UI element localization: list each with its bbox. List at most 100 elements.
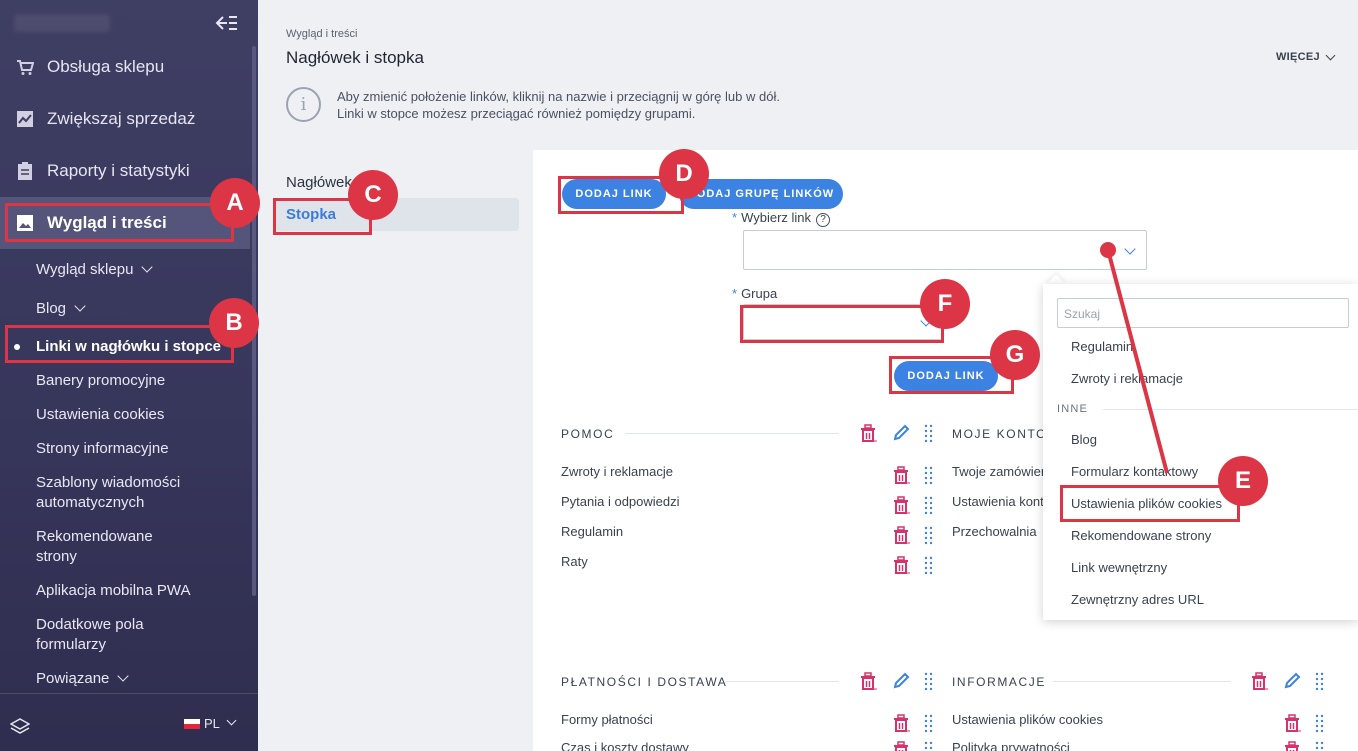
list-item[interactable]: Ustawienia konta	[952, 494, 1051, 509]
delete-link-icon[interactable]	[1283, 741, 1302, 751]
delete-link-icon[interactable]	[892, 556, 911, 575]
sidebar-item-label: Zwiększaj sprzedaż	[47, 109, 196, 128]
link-dropdown: Szukaj Regulamin Zwroty i reklamacje INN…	[1043, 284, 1358, 620]
drag-handle-icon[interactable]	[1314, 714, 1325, 733]
clipboard-icon	[18, 162, 32, 180]
required-mark: *	[732, 286, 738, 301]
group-title: POMOC	[561, 427, 615, 441]
list-item[interactable]: Czas i koszty dostawy	[561, 740, 689, 751]
group-title: INFORMACJE	[952, 675, 1046, 689]
cart-icon	[17, 60, 34, 75]
group-label: * Grupa	[732, 286, 777, 301]
language-select[interactable]: PL	[184, 715, 237, 731]
sidebar-sub-pwa[interactable]: Aplikacja mobilna PWA	[36, 581, 191, 601]
sub-label: Szablony wiadomości	[36, 474, 181, 491]
drag-handle-icon[interactable]	[923, 714, 934, 733]
choose-link-select[interactable]	[743, 230, 1147, 270]
delete-group-icon[interactable]	[859, 424, 878, 443]
annotation-badge-e: E	[1218, 456, 1268, 506]
chevron-down-icon	[117, 670, 130, 682]
highlight-box-e	[1060, 485, 1240, 522]
highlight-box-f	[740, 305, 944, 343]
list-item[interactable]: Ustawienia plików cookies	[952, 712, 1103, 727]
list-item[interactable]: Raty	[561, 554, 588, 569]
required-mark: *	[732, 210, 738, 225]
drag-handle-icon[interactable]	[1314, 672, 1325, 691]
tab-header[interactable]: Nagłówek	[286, 174, 352, 191]
info-text-line2: Linki w stopce możesz przeciągać również…	[337, 106, 696, 121]
annotation-badge-a: A	[210, 178, 260, 228]
label-text: Wybierz link	[741, 210, 812, 225]
drag-handle-icon[interactable]	[923, 741, 934, 751]
sidebar-sub-strony[interactable]: Strony informacyjne	[36, 439, 169, 459]
highlight-box-b	[5, 325, 234, 363]
more-button[interactable]: WIĘCEJ	[1276, 50, 1336, 63]
sidebar-sub-rekomendowane[interactable]: Rekomendowane strony	[36, 527, 153, 567]
dropdown-item[interactable]: Blog	[1071, 432, 1097, 447]
list-item[interactable]: Przechowalnia	[952, 524, 1037, 539]
sub-label: Wygląd sklepu	[36, 261, 134, 278]
delete-link-icon[interactable]	[892, 526, 911, 545]
list-item[interactable]: Pytania i odpowiedzi	[561, 494, 680, 509]
sidebar-sub-wyglad-sklepu[interactable]: Wygląd sklepu	[36, 260, 154, 280]
sub-label: strony	[36, 548, 77, 565]
annotation-badge-f: F	[920, 279, 970, 329]
sidebar-sub-pola[interactable]: Dodatkowe pola formularzy	[36, 615, 144, 655]
list-item[interactable]: Formy płatności	[561, 712, 653, 727]
list-item[interactable]: Zwroty i reklamacje	[561, 464, 673, 479]
layers-icon[interactable]	[10, 718, 30, 736]
annotation-badge-b: B	[209, 298, 259, 348]
sub-label: automatycznych	[36, 494, 145, 511]
delete-link-icon[interactable]	[1283, 714, 1302, 733]
highlight-box-a	[5, 203, 234, 242]
annotation-arrow	[1100, 242, 1169, 474]
edit-group-icon[interactable]	[1283, 672, 1301, 690]
list-item[interactable]: Polityka prywatności	[952, 740, 1070, 751]
sub-label: formularzy	[36, 636, 107, 653]
info-icon: i	[286, 87, 321, 122]
sidebar-item-label: Obsługa sklepu	[47, 57, 165, 76]
delete-link-icon[interactable]	[892, 496, 911, 515]
store-name-blurred	[14, 14, 110, 32]
drag-handle-icon[interactable]	[1314, 741, 1325, 751]
annotation-badge-g: G	[990, 330, 1040, 380]
poland-flag-icon	[184, 718, 200, 729]
drag-handle-icon[interactable]	[923, 496, 934, 515]
edit-group-icon[interactable]	[892, 672, 910, 690]
sidebar-item-zwiekszaj[interactable]: Zwiększaj sprzedaż	[0, 93, 250, 145]
drag-handle-icon[interactable]	[923, 556, 934, 575]
dropdown-item[interactable]: Rekomendowane strony	[1071, 528, 1211, 543]
choose-link-label: * Wybierz link?	[732, 210, 831, 227]
collapse-sidebar-icon[interactable]	[214, 12, 238, 34]
sidebar-item-raporty[interactable]: Raporty i statystyki	[0, 145, 250, 197]
sidebar-sub-banery[interactable]: Banery promocyjne	[36, 371, 165, 391]
chart-icon	[17, 111, 33, 127]
delete-group-icon[interactable]	[859, 672, 878, 691]
delete-link-icon[interactable]	[892, 714, 911, 733]
list-item[interactable]: Regulamin	[561, 524, 623, 539]
drag-handle-icon[interactable]	[923, 466, 934, 485]
dropdown-group-label: INNE	[1057, 403, 1089, 415]
help-icon[interactable]: ?	[816, 213, 831, 227]
drag-handle-icon[interactable]	[923, 672, 934, 691]
sidebar-sub-blog[interactable]: Blog	[36, 299, 86, 319]
edit-group-icon[interactable]	[892, 424, 910, 442]
chevron-down-icon	[74, 300, 86, 312]
sidebar-item-obsluga[interactable]: Obsługa sklepu	[0, 41, 250, 93]
breadcrumb[interactable]: Wygląd i treści	[286, 28, 357, 40]
chevron-down-icon	[226, 715, 237, 726]
dropdown-item[interactable]: Zewnętrzny adres URL	[1071, 592, 1204, 607]
delete-link-icon[interactable]	[892, 466, 911, 485]
annotation-badge-c: C	[348, 170, 398, 220]
sidebar-item-label: Raporty i statystyki	[47, 161, 190, 180]
group-title: PŁATNOŚCI I DOSTAWA	[561, 675, 728, 689]
sidebar-sub-szablony[interactable]: Szablony wiadomości automatycznych	[36, 473, 180, 513]
sidebar-sub-powiazane[interactable]: Powiązane	[36, 669, 130, 689]
drag-handle-icon[interactable]	[923, 424, 934, 443]
dropdown-item[interactable]: Link wewnętrzny	[1071, 560, 1167, 575]
sub-label: Blog	[36, 300, 67, 317]
delete-group-icon[interactable]	[1250, 672, 1269, 691]
sidebar-sub-cookies[interactable]: Ustawienia cookies	[36, 405, 164, 425]
drag-handle-icon[interactable]	[923, 526, 934, 545]
delete-link-icon[interactable]	[892, 741, 911, 751]
